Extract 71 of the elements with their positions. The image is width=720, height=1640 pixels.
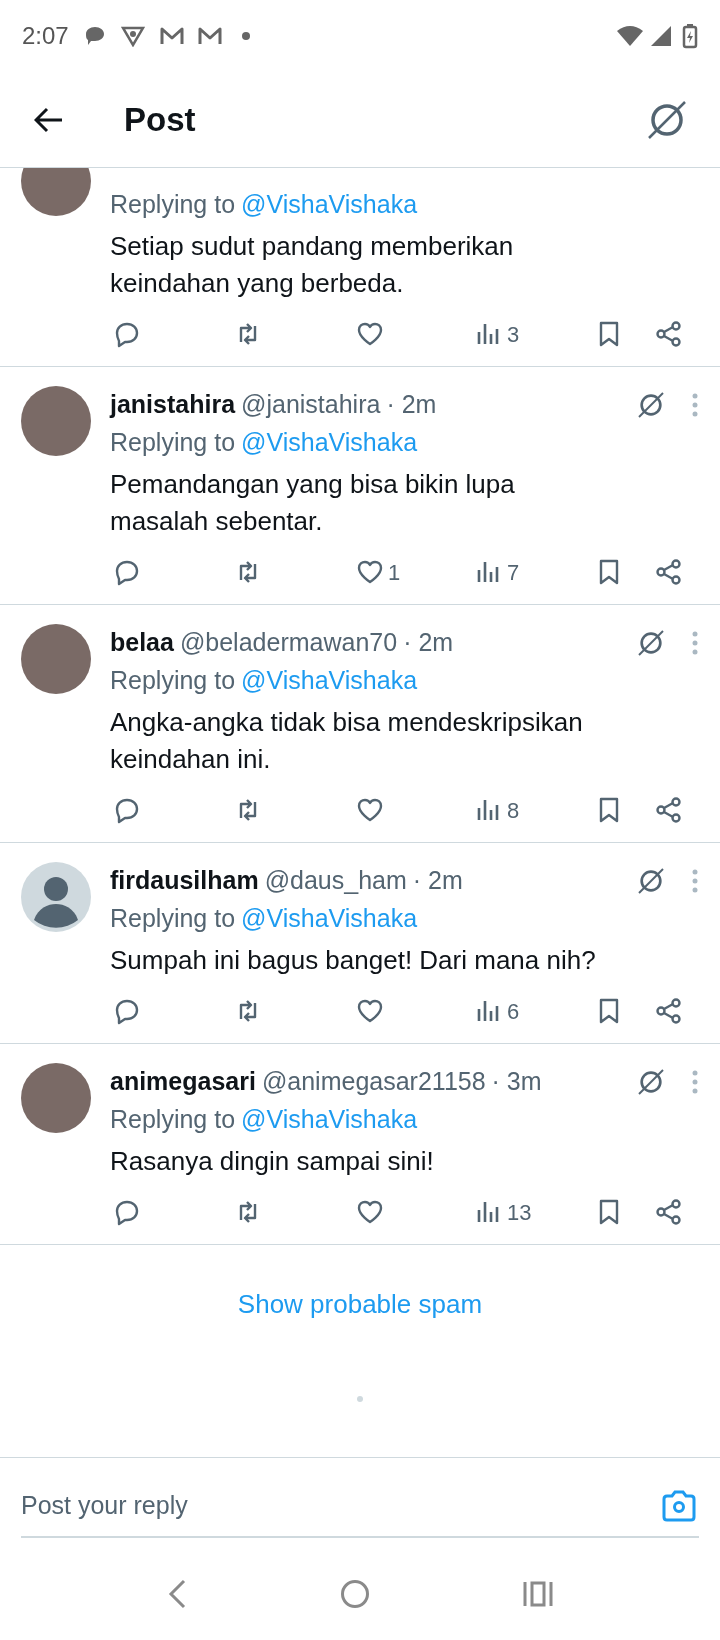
recent-apps-icon[interactable] (523, 1581, 554, 1607)
mail-icon (158, 25, 185, 47)
views-button[interactable]: 6 (475, 991, 595, 1031)
speech-bubble-icon (113, 997, 141, 1025)
dot-icon (240, 31, 251, 41)
heart-icon (356, 1198, 384, 1226)
like-button[interactable]: 1 (356, 552, 475, 592)
view-count: 3 (507, 320, 520, 349)
user-name: janistahira (110, 389, 236, 421)
post-time: · 2m (386, 389, 437, 421)
views-button[interactable]: 7 (475, 552, 595, 592)
shield-icon (120, 25, 145, 47)
reply-text: Pemandangan yang bisa bikin lupa masalah sebentar. (110, 468, 516, 538)
speech-bubble-icon (113, 1198, 141, 1226)
user-handle: @daus_ham (264, 865, 407, 897)
share-icon (655, 1198, 683, 1226)
speech-bubble-icon (113, 558, 141, 586)
heart-icon (356, 558, 384, 586)
user-handle: @animegasar21158 (261, 1066, 486, 1098)
default-avatar[interactable] (21, 862, 91, 932)
share-icon (655, 320, 683, 348)
signal-icon (650, 25, 672, 47)
page-title: Post (124, 99, 197, 140)
user-handle: @beladermawan70 (179, 627, 398, 659)
reply-text: Rasanya dingin sampai sini! (110, 1145, 435, 1178)
share-icon (655, 997, 683, 1025)
slashed-circle-icon[interactable] (637, 1068, 665, 1096)
views-button[interactable]: 13 (475, 1192, 595, 1232)
reply-text: Angka-angka tidak bisa mendeskripsikan keindahan ini. (110, 706, 584, 776)
post-time: · 3m (491, 1066, 542, 1098)
reply-text: Sumpah ini bagus banget! Dari mana nih? (110, 944, 597, 977)
back-nav-icon[interactable] (166, 1579, 187, 1609)
user-name: animegasari (110, 1066, 256, 1098)
reply-input-field[interactable]: Post your reply (21, 1487, 661, 1525)
share-icon (655, 796, 683, 824)
heart-icon (356, 997, 384, 1025)
view-count: 8 (507, 796, 520, 825)
slashed-circle-icon[interactable] (646, 98, 688, 141)
view-count: 7 (507, 558, 520, 587)
slashed-circle-icon[interactable] (637, 629, 665, 657)
share-icon (655, 558, 683, 586)
battery-icon (682, 23, 698, 49)
user-handle: @janistahira (241, 389, 381, 421)
views-button[interactable]: 3 (475, 314, 595, 354)
user-name: belaa (110, 627, 174, 659)
loading-dot-icon (357, 1396, 363, 1402)
replying-label: Replying to (110, 903, 236, 935)
speech-bubble-icon (113, 320, 141, 348)
home-nav-icon[interactable] (340, 1579, 370, 1609)
post-time: · 2m (412, 865, 463, 897)
user-name: firdausilham (110, 865, 259, 897)
replying-label: Replying to (110, 1104, 236, 1136)
slashed-circle-icon[interactable] (637, 391, 665, 419)
replying-label: Replying to (110, 665, 236, 697)
speech-bubble-icon (113, 796, 141, 824)
heart-icon (356, 320, 384, 348)
camera-icon[interactable] (661, 1490, 697, 1522)
mail-icon (196, 25, 223, 47)
views-button[interactable]: 8 (475, 790, 595, 830)
view-count: 6 (507, 997, 520, 1026)
post-time: · 2m (403, 627, 454, 659)
heart-icon (356, 796, 384, 824)
replying-label: Replying to (110, 427, 236, 459)
status-time: 2:07 (22, 21, 69, 51)
like-count: 1 (388, 558, 401, 587)
reply-text: Setiap sudut pandang memberikan keindahan yang berbeda. (110, 230, 515, 300)
view-count: 13 (507, 1198, 532, 1227)
back-arrow-icon (34, 106, 64, 133)
replying-label: Replying to (110, 189, 236, 221)
slashed-circle-icon[interactable] (637, 867, 665, 895)
wifi-icon (616, 25, 644, 47)
